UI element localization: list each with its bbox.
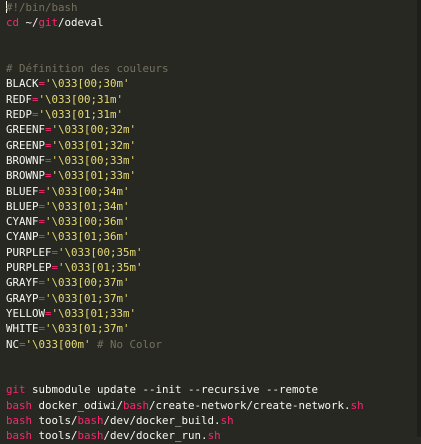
code-token: '\033[01;37m' — [45, 291, 130, 305]
code-token: submodule update --init --recursive --re… — [25, 383, 319, 397]
code-line[interactable]: BLACK='\033[00;30m' — [6, 76, 421, 91]
code-line[interactable]: bash tools/bash/dev/docker_build.sh — [6, 413, 421, 428]
code-token: sh — [220, 414, 234, 428]
code-token: PURPLEF — [6, 245, 52, 259]
code-line[interactable]: bash tools/bash/dev/docker_run.sh — [6, 428, 421, 443]
code-token: CYANP — [6, 230, 39, 244]
code-token: BLACK — [6, 77, 39, 91]
code-token: '\033[01;33m' — [51, 306, 137, 320]
code-token: bash — [6, 414, 33, 428]
code-line[interactable]: PURPLEP='\033[01;35m' — [6, 260, 421, 275]
code-line[interactable]: GREENF='\033[00;32m' — [6, 122, 421, 137]
code-line[interactable]: WHITE='\033[01;37m' — [6, 321, 421, 336]
code-token: sh — [207, 429, 221, 443]
code-line[interactable] — [6, 352, 421, 367]
code-token: BLUEP — [6, 199, 39, 213]
code-token: '\033[01;34m' — [45, 199, 130, 213]
code-line[interactable] — [6, 367, 421, 382]
code-token: GRAYF — [6, 276, 39, 290]
code-token: bash — [123, 398, 150, 412]
code-token: '\033[00;32m' — [51, 123, 137, 137]
code-token: /dev/docker_build. — [103, 414, 221, 428]
code-line[interactable]: NC='\033[00m' # No Color — [6, 337, 421, 352]
code-line[interactable]: BLUEP='\033[01;34m' — [6, 199, 421, 214]
code-token: GREENP — [6, 138, 46, 152]
code-token: tools/ — [32, 429, 78, 443]
code-line[interactable]: BROWNP='\033[01;33m' — [6, 168, 421, 183]
code-token: BLUEF — [6, 184, 39, 198]
editor-right-edge — [417, 0, 421, 437]
code-line[interactable]: REDF='\033[00;31m' — [6, 92, 421, 107]
code-line[interactable]: CYANF='\033[00;36m' — [6, 214, 421, 229]
code-token: NC — [6, 337, 20, 351]
code-token: docker_odiwi/ — [32, 398, 124, 412]
code-token: BROWNF — [6, 153, 46, 167]
code-line[interactable]: GRAYP='\033[01;37m' — [6, 291, 421, 306]
code-token: cd — [6, 16, 20, 30]
code-line[interactable]: PURPLEF='\033[00;35m' — [6, 245, 421, 260]
code-token: '\033[00;35m' — [58, 245, 143, 259]
code-token: ~/ — [19, 16, 39, 30]
code-line[interactable]: #!/bin/bash — [6, 0, 421, 15]
code-token: '\033[00;31m' — [38, 92, 124, 106]
code-line[interactable]: YELLOW='\033[01;33m' — [6, 306, 421, 321]
code-token: # Définition des couleurs — [6, 62, 169, 76]
code-token: #!/bin/bash — [6, 1, 78, 14]
code-line[interactable]: git submodule update --init --recursive … — [6, 382, 421, 397]
code-line[interactable]: GREENP='\033[01;32m' — [6, 138, 421, 153]
code-token: '\033[01;33m' — [51, 169, 137, 183]
code-token: bash — [6, 398, 33, 412]
code-token: git — [6, 383, 26, 397]
code-token: /dev/docker_run. — [103, 429, 208, 443]
code-token: GRAYP — [6, 291, 39, 305]
code-line[interactable]: BLUEF='\033[00;34m' — [6, 184, 421, 199]
code-line[interactable]: cd ~/git/odeval — [6, 15, 421, 30]
code-line[interactable]: BROWNF='\033[00;33m' — [6, 153, 421, 168]
code-token: tools/ — [32, 414, 78, 428]
code-line[interactable] — [6, 31, 421, 46]
code-token: REDP — [6, 108, 33, 122]
code-token: BROWNP — [6, 169, 46, 183]
code-token: '\033[01;36m' — [45, 230, 130, 244]
code-line[interactable]: # Définition des couleurs — [6, 61, 421, 76]
code-editor[interactable]: #!/bin/bash cd ~/git/odeval # Définition d… — [0, 0, 421, 442]
code-token: /create-network/create-network. — [149, 398, 351, 412]
code-token: git — [38, 16, 59, 30]
code-line[interactable]: REDP='\033[01;31m' — [6, 107, 421, 122]
code-line[interactable]: CYANP='\033[01;36m' — [6, 229, 421, 244]
code-token: WHITE — [6, 322, 39, 336]
code-token: '\033[01;37m' — [45, 322, 130, 336]
code-token: sh — [350, 398, 364, 412]
code-token: bash — [6, 429, 33, 443]
code-token: GREENF — [6, 123, 46, 137]
code-line[interactable]: bash docker_odiwi/bash/create-network/cr… — [6, 398, 421, 413]
code-token: /odeval — [58, 16, 104, 30]
code-token: YELLOW — [6, 306, 46, 320]
code-token: '\033[00;33m' — [51, 153, 137, 167]
code-token: bash — [77, 429, 104, 443]
code-token: '\033[00;37m' — [45, 276, 130, 290]
code-token: '\033[01;32m' — [51, 138, 137, 152]
code-token: '\033[00;36m' — [45, 215, 130, 229]
code-token: '\033[00;30m' — [45, 77, 130, 91]
code-token: bash — [77, 414, 104, 428]
code-token: '\033[00m' — [25, 337, 91, 351]
code-line[interactable]: GRAYF='\033[00;37m' — [6, 275, 421, 290]
code-token: CYANF — [6, 215, 39, 229]
code-token: '\033[01;35m' — [58, 261, 143, 275]
code-token: '\033[01;31m' — [38, 108, 124, 122]
code-line[interactable] — [6, 46, 421, 61]
code-token: '\033[00;34m' — [45, 184, 130, 198]
code-token: # No Color — [90, 337, 163, 351]
code-token: REDF — [6, 92, 33, 106]
code-token: PURPLEP — [6, 261, 52, 275]
